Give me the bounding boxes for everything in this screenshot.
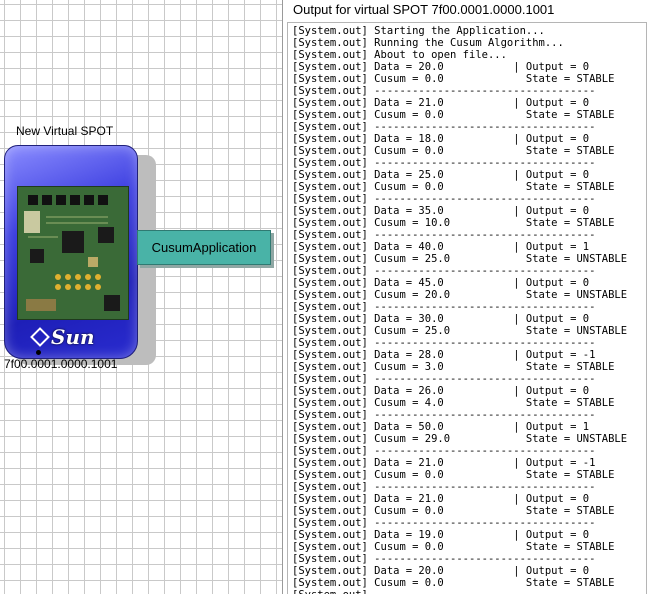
spot-circuit-board-icon — [17, 186, 129, 320]
console-line: [System.out] Data = 21.0 | Output = -1 — [292, 457, 596, 469]
console-line: [System.out] Cusum = 29.0 State = UNSTAB… — [292, 433, 628, 445]
console-line: [System.out] Data = 45.0 | Output = 0 — [292, 277, 590, 289]
console-separator: [System.out] ---------------------------… — [292, 85, 596, 97]
console-output[interactable]: [System.out] Starting the Application...… — [287, 22, 647, 594]
console-line: [System.out] Cusum = 0.0 State = STABLE — [292, 577, 615, 589]
console-separator: [System.out] ---------------------------… — [292, 337, 596, 349]
sun-diamond-icon — [30, 327, 50, 347]
console-line: [System.out] Data = 30.0 | Output = 0 — [292, 313, 590, 325]
console-separator: [System.out] ---------------------------… — [292, 229, 596, 241]
console-line: [System.out] Data = 19.0 | Output = 0 — [292, 529, 590, 541]
console-line: [System.out] Cusum = 4.0 State = STABLE — [292, 397, 615, 409]
spot-body: Sun — [4, 145, 138, 359]
spot-title: New Virtual SPOT — [16, 124, 114, 138]
spot-connector-dot — [36, 350, 41, 355]
console-separator: [System.out] ---------------------------… — [292, 409, 596, 421]
console-separator: [System.out] ---------------------------… — [292, 193, 596, 205]
console-line: [System.out] Cusum = 0.0 State = STABLE — [292, 541, 615, 553]
console-line: [System.out] Cusum = 0.0 State = STABLE — [292, 181, 615, 193]
console-line: [System.out] Cusum = 20.0 State = UNSTAB… — [292, 289, 628, 301]
spot-address: 7f00.0001.0000.1001 — [4, 357, 118, 371]
console-line: [System.out] Cusum = 25.0 State = UNSTAB… — [292, 253, 628, 265]
output-window-title: Output for virtual SPOT 7f00.0001.0000.1… — [293, 2, 555, 17]
console-line: [System.out] Cusum = 0.0 State = STABLE — [292, 73, 615, 85]
console-separator: [System.out] ---------------------------… — [292, 121, 596, 133]
console-separator: [System.out] ---------------------------… — [292, 265, 596, 277]
console-line: [System.out] Data = 18.0 | Output = 0 — [292, 133, 590, 145]
console-line: [System.out] Data = 21.0 | Output = 0 — [292, 493, 590, 505]
output-window[interactable]: Output for virtual SPOT 7f00.0001.0000.1… — [282, 0, 648, 594]
console-separator: [System.out] ---------------------------… — [292, 157, 596, 169]
console-line: [System.out] Data = 20.0 | Output = 0 — [292, 565, 590, 577]
console-line: [System.out] Running the Cusum Algorithm… — [292, 37, 564, 49]
console-separator: [System.out] ---------------------------… — [292, 373, 596, 385]
virtual-spot-device[interactable]: Sun — [4, 145, 156, 365]
console-line: [System.out] Data = 35.0 | Output = 0 — [292, 205, 590, 217]
console-separator: [System.out] ---------------------------… — [292, 481, 596, 493]
console-separator: [System.out] ---------------------------… — [292, 553, 596, 565]
console-line: [System.out] Data = 20.0 | Output = 0 — [292, 61, 590, 73]
console-line: [System.out] Data = 28.0 | Output = -1 — [292, 349, 596, 361]
console-line: [System.out] Data = 26.0 | Output = 0 — [292, 385, 590, 397]
console-line: [System.out] Cusum = 3.0 State = STABLE — [292, 361, 615, 373]
console-separator: [System.out] ---------------------------… — [292, 301, 596, 313]
console-separator: [System.out] ---------------------------… — [292, 517, 596, 529]
console-line: [System.out] Data = 40.0 | Output = 1 — [292, 241, 590, 253]
console-line: [System.out] Cusum = 0.0 State = STABLE — [292, 469, 615, 481]
console-line: [System.out] Cusum = 0.0 State = STABLE — [292, 505, 615, 517]
console-line: [System.out] Cusum = 10.0 State = STABLE — [292, 217, 615, 229]
console-line: [System.out] Starting the Application... — [292, 25, 545, 37]
console-line: [System.out] Cusum = 0.0 State = STABLE — [292, 145, 615, 157]
console-line: [System.out] Data = 25.0 | Output = 0 — [292, 169, 590, 181]
console-line: [System.out] Cusum = 25.0 State = UNSTAB… — [292, 325, 628, 337]
sun-brand-text: Sun — [51, 325, 95, 349]
console-separator: [System.out] ---------------------------… — [292, 445, 596, 457]
cusum-application-box[interactable]: CusumApplication — [137, 230, 271, 265]
console-line: [System.out] Data = 21.0 | Output = 0 — [292, 97, 590, 109]
sun-logo-icon: Sun — [30, 322, 123, 352]
console-line: [System.out] Cusum = 0.0 State = STABLE — [292, 109, 615, 121]
console-separator: [System.out] ---------------------------… — [292, 589, 646, 594]
console-line: [System.out] About to open file... — [292, 49, 507, 61]
console-line: [System.out] Data = 50.0 | Output = 1 — [292, 421, 590, 433]
